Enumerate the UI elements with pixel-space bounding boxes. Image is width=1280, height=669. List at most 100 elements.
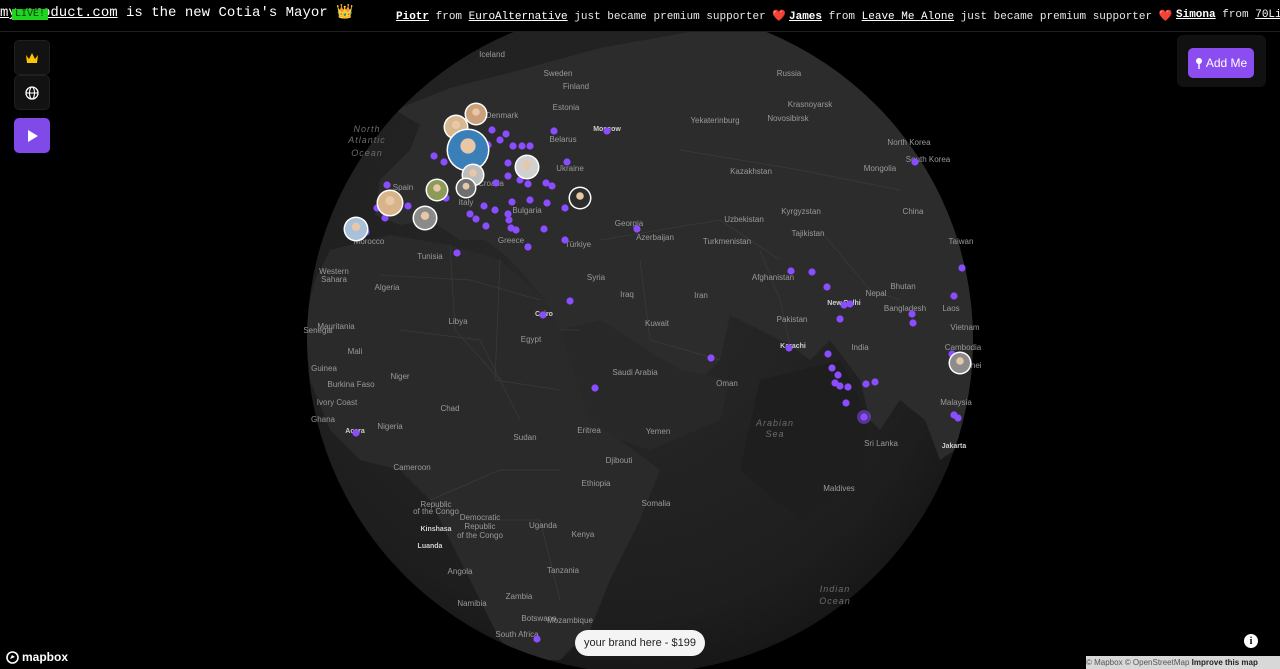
attr-osm[interactable]: © OpenStreetMap (1125, 658, 1190, 667)
supporter-dot[interactable] (548, 182, 556, 190)
supporter-dot[interactable] (472, 215, 480, 223)
supporter-dot[interactable] (871, 378, 879, 386)
supporter-dot[interactable] (633, 225, 641, 233)
supporter-name[interactable]: James (789, 11, 822, 23)
supporter-dot[interactable] (591, 384, 599, 392)
supporter-dot[interactable] (950, 292, 958, 300)
supporter-dot[interactable] (561, 204, 569, 212)
supporter-dot[interactable] (842, 399, 850, 407)
user-avatar[interactable] (464, 102, 488, 126)
project-link[interactable]: Leave Me Alone (862, 11, 954, 23)
supporter-dot[interactable] (504, 159, 512, 167)
supporter-dot[interactable] (785, 344, 793, 352)
crown-button[interactable] (14, 40, 50, 75)
supporter-dot[interactable] (502, 130, 510, 138)
supporter-dot[interactable] (533, 635, 541, 643)
supporter-dot[interactable] (909, 319, 917, 327)
supporter-dot[interactable] (603, 127, 611, 135)
supporter-dot[interactable] (480, 202, 488, 210)
supporter-dot[interactable] (566, 297, 574, 305)
user-avatar[interactable] (412, 205, 438, 231)
info-icon[interactable]: i (1244, 634, 1258, 648)
user-avatar[interactable] (455, 177, 477, 199)
mapbox-logo[interactable]: mapbox (6, 650, 68, 664)
map-attribution: © Mapbox © OpenStreetMap Improve this ma… (1086, 656, 1280, 669)
supporter-dot[interactable] (823, 283, 831, 291)
supporter-name[interactable]: Simona (1176, 9, 1216, 21)
supporter-dot[interactable] (787, 267, 795, 275)
supporter-dot[interactable] (846, 300, 854, 308)
improve-map-link[interactable]: Improve this map (1192, 658, 1258, 667)
supporter-dot[interactable] (840, 301, 848, 309)
supporter-dot[interactable] (440, 158, 448, 166)
map-label: Chad (440, 404, 459, 413)
project-link[interactable]: 70Live (1255, 9, 1280, 21)
map-label: Turkmenistan (703, 237, 751, 246)
play-button[interactable] (14, 118, 50, 153)
user-avatar[interactable] (343, 216, 369, 242)
supporter-dot[interactable] (504, 210, 512, 218)
user-avatar[interactable] (948, 351, 972, 375)
supporter-dot[interactable] (834, 371, 842, 379)
supporter-dot[interactable] (509, 142, 517, 150)
supporter-dot[interactable] (524, 243, 532, 251)
supporter-dot[interactable] (466, 210, 474, 218)
user-avatar[interactable] (514, 154, 540, 180)
supporter-dot[interactable] (808, 268, 816, 276)
supporter-dot[interactable] (352, 429, 360, 437)
supporter-name[interactable]: Piotr (396, 11, 429, 23)
map-label: Denmark (486, 111, 519, 120)
globe-map[interactable]: Iceland Sweden Finland Russia Krasnoyarsk Est… (0, 0, 1280, 669)
add-me-panel: Add Me (1177, 35, 1266, 87)
supporter-dot[interactable] (491, 206, 499, 214)
supporter-dot[interactable] (504, 172, 512, 180)
supporter-dot[interactable] (707, 354, 715, 362)
supporter-dot[interactable] (911, 158, 919, 166)
map-label: Spain (393, 183, 413, 192)
supporter-dot[interactable] (482, 222, 490, 230)
supporter-dot[interactable] (954, 414, 962, 422)
map-label: Bhutan (890, 282, 915, 291)
supporter-dot[interactable] (505, 216, 513, 224)
supporter-dot[interactable] (524, 180, 532, 188)
supporter-dot[interactable] (828, 364, 836, 372)
map-label: Pakistan (777, 315, 808, 324)
user-avatar[interactable] (425, 178, 449, 202)
supporter-dot[interactable] (550, 127, 558, 135)
supporter-dot[interactable] (824, 350, 832, 358)
supporter-dot[interactable] (526, 142, 534, 150)
brand-ad-button[interactable]: your brand here - $199 (575, 630, 705, 656)
supporter-dot[interactable] (383, 181, 391, 189)
map-label: Nepal (866, 289, 887, 298)
supporter-dot[interactable] (836, 382, 844, 390)
attr-mapbox[interactable]: © Mapbox (1086, 658, 1123, 667)
supporter-dot[interactable] (563, 158, 571, 166)
map-label: Yemen (646, 427, 671, 436)
supporter-dot[interactable] (908, 310, 916, 318)
live-badge: LIVE! (12, 9, 49, 20)
supporter-dot[interactable] (958, 264, 966, 272)
supporter-dot[interactable] (430, 152, 438, 160)
project-link[interactable]: EuroAlternative (469, 11, 568, 23)
user-avatar[interactable] (568, 186, 592, 210)
map-label: Estonia (553, 103, 580, 112)
globe-button[interactable] (14, 75, 50, 110)
user-avatar[interactable] (376, 189, 404, 217)
supporter-dot[interactable] (844, 383, 852, 391)
supporter-dot[interactable] (512, 226, 520, 234)
supporter-dot[interactable] (561, 236, 569, 244)
supporter-dot[interactable] (488, 126, 496, 134)
supporter-dot[interactable] (862, 380, 870, 388)
supporter-dot[interactable] (836, 315, 844, 323)
supporter-dot[interactable] (543, 199, 551, 207)
supporter-dot[interactable] (518, 142, 526, 150)
supporter-dot[interactable] (540, 225, 548, 233)
supporter-dot[interactable] (404, 202, 412, 210)
supporter-dot[interactable] (492, 179, 500, 187)
add-me-button[interactable]: Add Me (1188, 48, 1254, 78)
supporter-dot[interactable] (453, 249, 461, 257)
supporter-dot[interactable] (508, 198, 516, 206)
supporter-dot[interactable] (496, 136, 504, 144)
supporter-dot[interactable] (539, 311, 547, 319)
supporter-dot[interactable] (526, 196, 534, 204)
